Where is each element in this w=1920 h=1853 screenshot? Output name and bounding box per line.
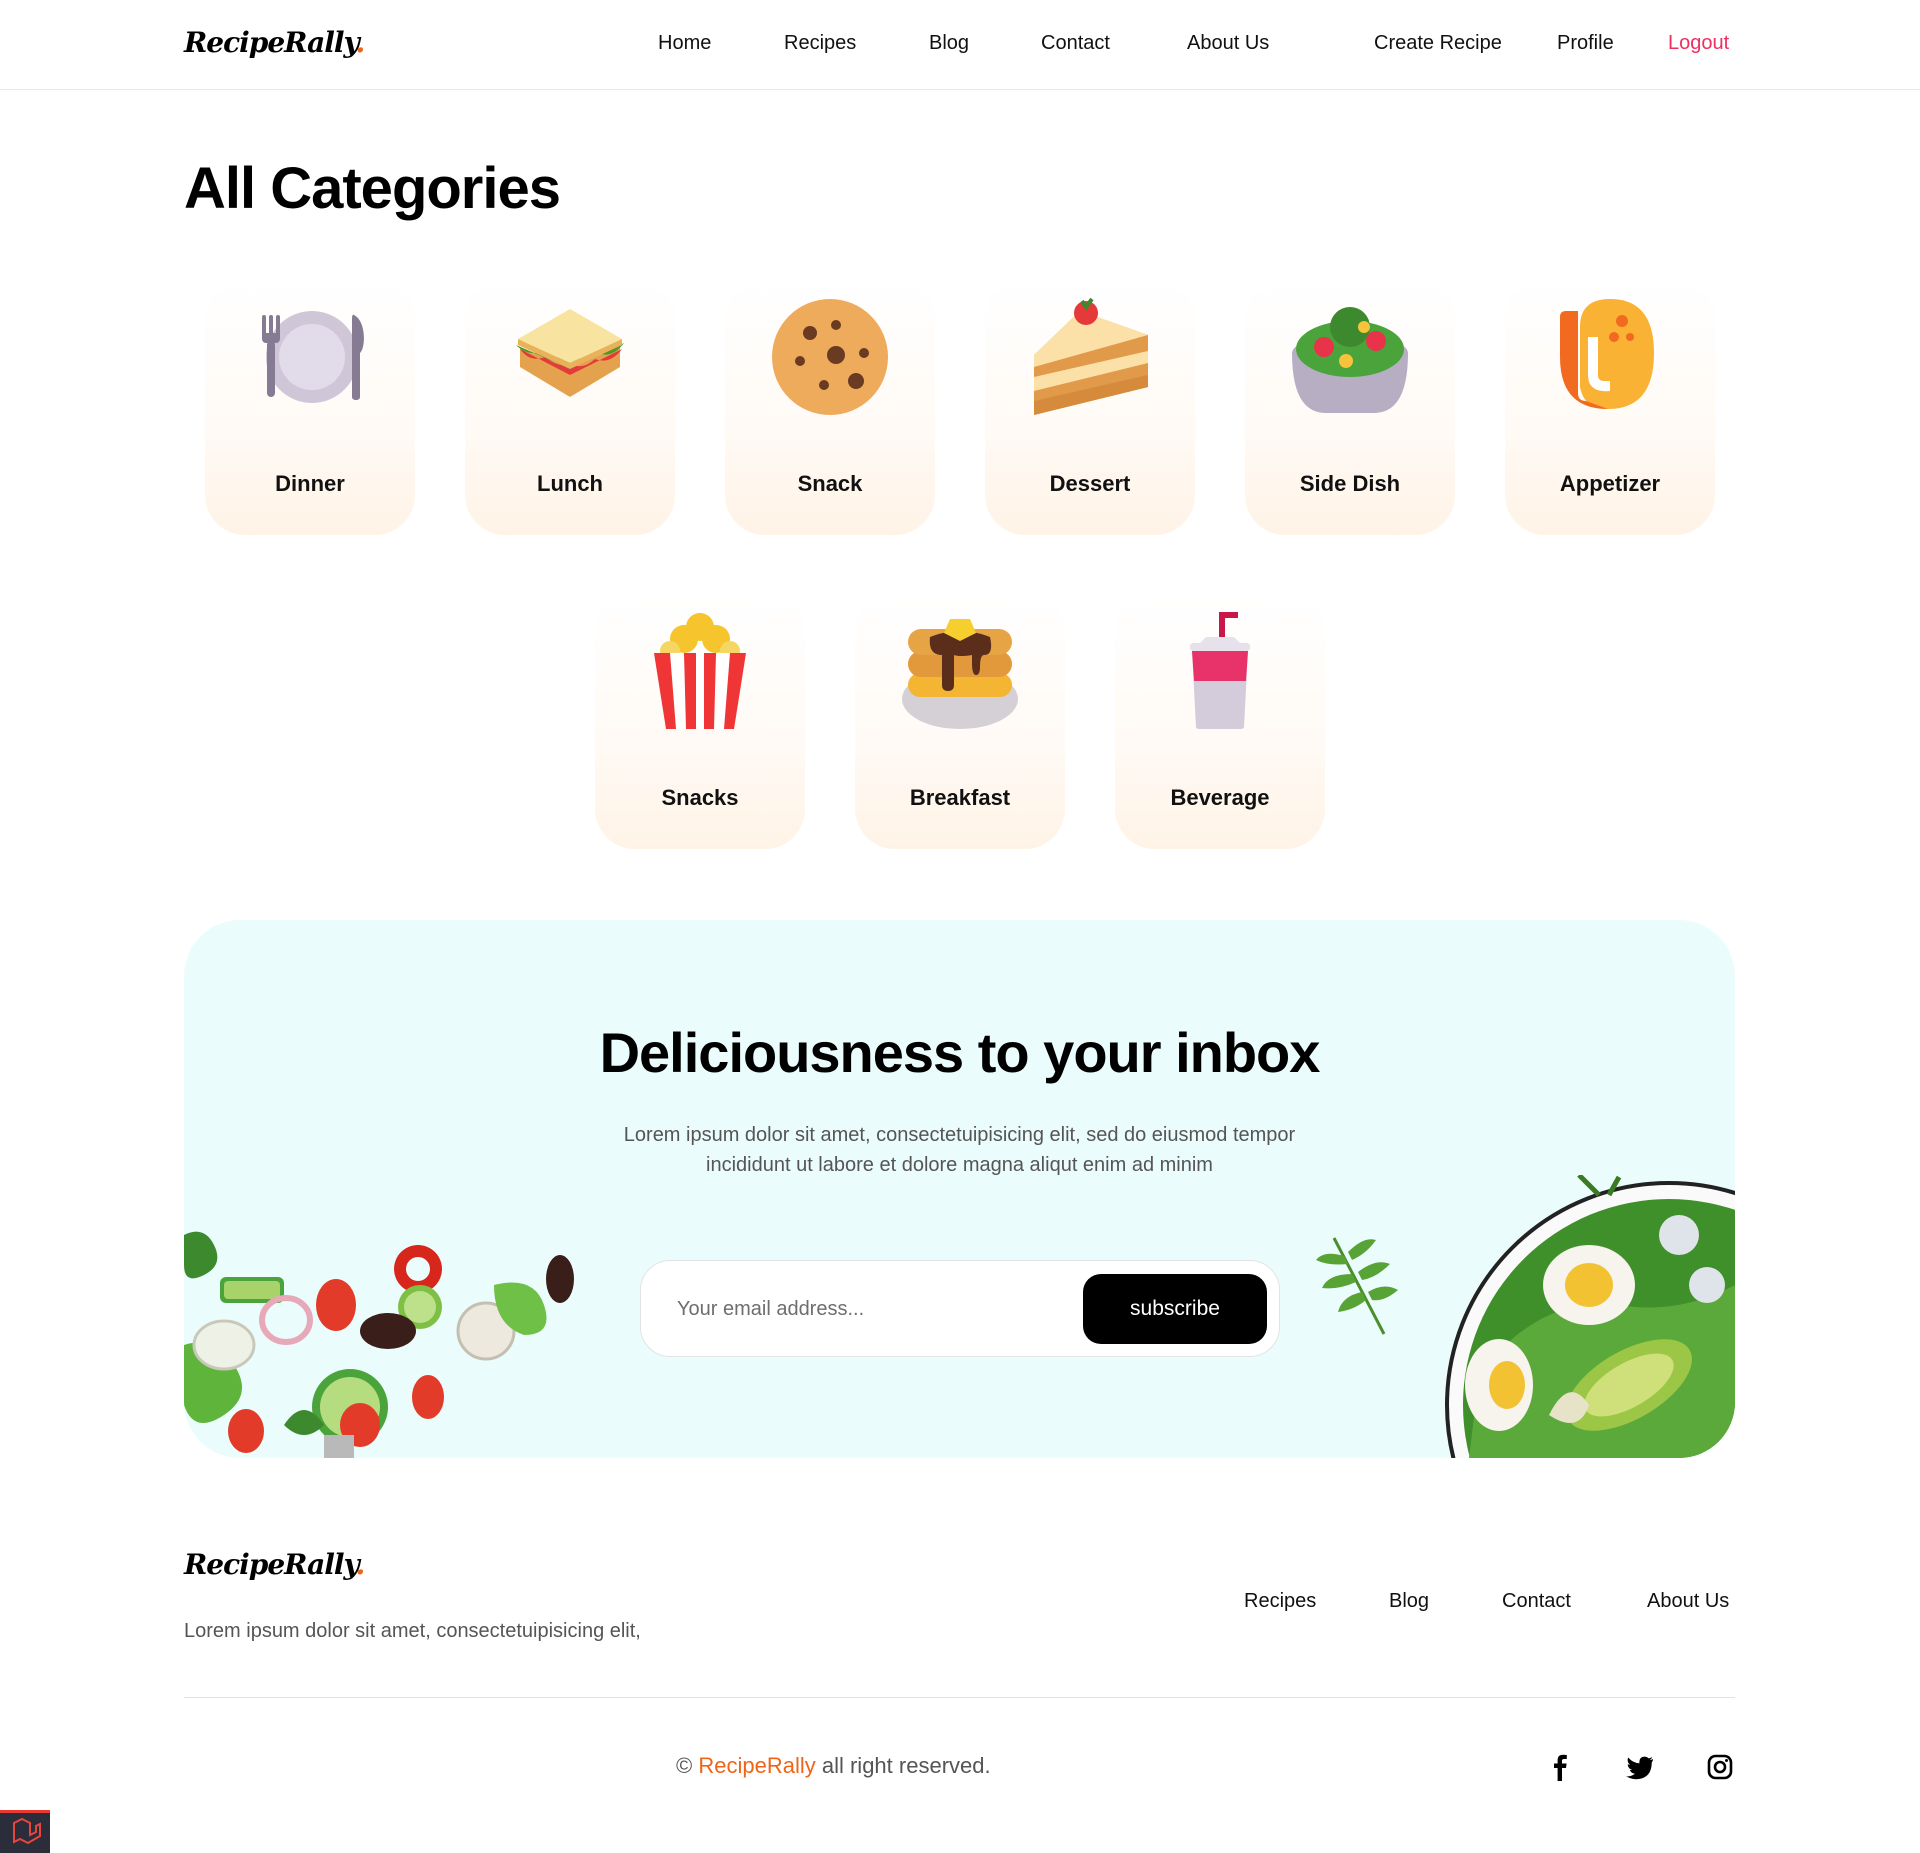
logo-text: RecipeRally (184, 26, 357, 59)
footer-link-recipes[interactable]: Recipes (1244, 1590, 1316, 1613)
nav-create-recipe[interactable]: Create Recipe (1374, 32, 1502, 55)
category-card-dessert[interactable]: Dessert (985, 279, 1195, 535)
footer-description: Lorem ipsum dolor sit amet, consectetuip… (184, 1620, 641, 1642)
footer-divider (184, 1697, 1735, 1698)
salad-bowl-icon (1292, 307, 1408, 413)
shrimp-icon (1560, 299, 1654, 409)
vegetables-illustration (184, 1231, 574, 1458)
laravel-icon (13, 1817, 41, 1845)
copyright-symbol: © (676, 1753, 693, 1778)
copyright-brand[interactable]: RecipeRally (698, 1753, 815, 1778)
debug-toolbar-badge[interactable] (0, 1810, 50, 1853)
category-label: Side Dish (1299, 471, 1401, 496)
nav-about-us[interactable]: About Us (1187, 32, 1269, 55)
cookie-icon (772, 299, 888, 415)
category-card-lunch[interactable]: Lunch (465, 279, 675, 535)
category-card-snack[interactable]: Snack (725, 279, 935, 535)
instagram-icon[interactable] (1704, 1751, 1736, 1783)
salad-bowl-illustration (1445, 1175, 1735, 1458)
cake-slice-icon (1034, 297, 1148, 415)
copyright-text: all right reserved. (821, 1753, 991, 1778)
category-label: Appetizer (1559, 471, 1661, 496)
category-label: Snacks (661, 785, 739, 810)
newsletter-description: Lorem ipsum dolor sit amet, consectetuip… (623, 1124, 1296, 1176)
footer-link-blog[interactable]: Blog (1389, 1590, 1429, 1613)
category-card-beverage[interactable]: Beverage (1115, 593, 1325, 849)
newsletter-section: Deliciousness to your inbox Lorem ipsum … (184, 920, 1735, 1458)
footer-link-contact[interactable]: Contact (1502, 1590, 1571, 1613)
category-card-side-dish[interactable]: Side Dish (1245, 279, 1455, 535)
nav-logout[interactable]: Logout (1668, 32, 1729, 55)
page-title: All Categories (184, 156, 561, 221)
header-logo[interactable]: RecipeRally. (184, 26, 366, 59)
newsletter-title: Deliciousness to your inbox (599, 1021, 1321, 1084)
drink-cup-icon (1190, 612, 1250, 729)
copyright: © RecipeRally all right reserved. (676, 1753, 991, 1779)
site-header: RecipeRally. Home Recipes Blog Contact A… (0, 0, 1920, 90)
newsletter-form: subscribe (640, 1260, 1280, 1357)
logo-dot: . (355, 1548, 366, 1581)
category-label: Dessert (1049, 471, 1131, 496)
facebook-icon[interactable] (1544, 1751, 1576, 1783)
category-card-breakfast[interactable]: Breakfast (855, 593, 1065, 849)
footer-link-about-us[interactable]: About Us (1647, 1590, 1729, 1613)
nav-contact[interactable]: Contact (1041, 32, 1110, 55)
plate-cutlery-icon (262, 311, 364, 403)
category-label: Dinner (275, 471, 345, 496)
category-label: Snack (797, 471, 863, 496)
email-input[interactable] (677, 1287, 1057, 1331)
nav-blog[interactable]: Blog (929, 32, 969, 55)
category-card-snacks[interactable]: Snacks (595, 593, 805, 849)
logo-text: RecipeRally (184, 1548, 357, 1581)
category-card-dinner[interactable]: Dinner (205, 279, 415, 535)
nav-home[interactable]: Home (658, 32, 711, 55)
footer-logo[interactable]: RecipeRally. (184, 1548, 366, 1581)
twitter-icon[interactable] (1624, 1751, 1656, 1783)
sandwich-icon (516, 309, 624, 397)
nav-recipes[interactable]: Recipes (784, 32, 856, 55)
category-label: Beverage (1170, 785, 1270, 810)
page: RecipeRally. Home Recipes Blog Contact A… (0, 0, 1920, 1853)
category-card-appetizer[interactable]: Appetizer (1505, 279, 1715, 535)
pancakes-icon (902, 619, 1018, 729)
nav-profile[interactable]: Profile (1557, 32, 1614, 55)
popcorn-icon (654, 613, 746, 729)
category-label: Lunch (537, 471, 603, 496)
logo-dot: . (355, 26, 366, 59)
subscribe-button[interactable]: subscribe (1083, 1274, 1267, 1344)
category-label: Breakfast (909, 785, 1011, 810)
arugula-leaf-illustration (1316, 1237, 1398, 1335)
